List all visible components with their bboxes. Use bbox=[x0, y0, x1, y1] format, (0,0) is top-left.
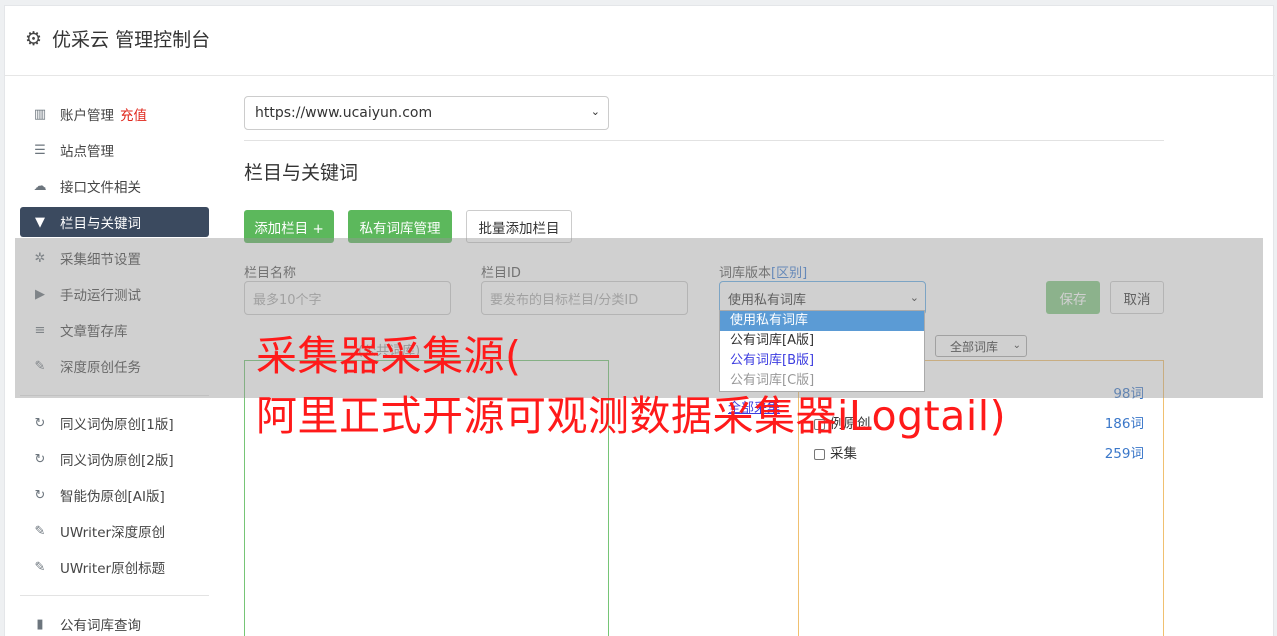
sidebar-item-uwriter-deep[interactable]: ✎ UWriter深度原创 bbox=[20, 516, 209, 546]
sidebar-divider bbox=[20, 595, 209, 596]
refresh-icon: ↻ bbox=[34, 487, 46, 503]
checkbox[interactable] bbox=[814, 448, 825, 460]
sidebar-item-account[interactable]: ▥ 账户管理 充值 bbox=[20, 99, 209, 129]
gear-icon: ⚙ bbox=[25, 27, 43, 50]
chevron-down-icon: ⌄ bbox=[590, 105, 600, 118]
overlay-caption-line2: 阿里正式开源可观测数据采集器iLogtail) bbox=[256, 392, 1007, 440]
site-select[interactable]: https://www.ucaiyun.com ⌄ bbox=[244, 96, 609, 130]
section-title: 栏目与关键词 bbox=[244, 162, 359, 184]
edit-icon: ✎ bbox=[34, 523, 46, 539]
brand-title: 优采云 管理控制台 bbox=[52, 29, 211, 51]
sidebar-item-interface[interactable]: ☁ 接口文件相关 bbox=[20, 171, 209, 201]
cloud-upload-icon: ☁ bbox=[33, 178, 47, 194]
sidebar-item-public-lib[interactable]: ▮ 公有词库查询 bbox=[20, 609, 209, 636]
sidebar-item-ai-rewrite[interactable]: ↻ 智能伪原创[AI版] bbox=[20, 480, 209, 510]
recharge-link[interactable]: 充值 bbox=[120, 104, 147, 124]
refresh-icon: ↻ bbox=[34, 451, 46, 467]
refresh-icon: ↻ bbox=[34, 415, 46, 431]
library-item[interactable]: 采集 259词 bbox=[814, 442, 1144, 462]
dropdown-option[interactable]: 公有词库[B版] bbox=[720, 351, 924, 371]
overlay-band bbox=[15, 238, 1263, 398]
sidebar-item-sites[interactable]: ☰ 站点管理 bbox=[20, 135, 209, 165]
dropdown-option[interactable]: 使用私有词库 bbox=[720, 311, 924, 331]
sidebar-item-uwriter-title[interactable]: ✎ UWriter原创标题 bbox=[20, 552, 209, 582]
book-icon: ▮ bbox=[36, 616, 44, 632]
sidebar-item-synonym-v2[interactable]: ↻ 同义词伪原创[2版] bbox=[20, 444, 209, 474]
brand: ⚙ 优采云 管理控制台 bbox=[25, 25, 210, 52]
dropdown-option[interactable]: 公有词库[A版] bbox=[720, 331, 924, 351]
top-bar: ⚙ 优采云 管理控制台 bbox=[5, 6, 1275, 76]
edit-icon: ✎ bbox=[34, 559, 46, 575]
overlay-caption-line1: 采集器采集源( bbox=[256, 332, 522, 380]
library-version-dropdown[interactable]: 使用私有词库 公有词库[A版] 公有词库[B版] 公有词库[C版] bbox=[719, 310, 925, 392]
sidebar-item-columns[interactable]: ▼ 栏目与关键词 bbox=[20, 207, 209, 237]
bar-chart-icon: ▥ bbox=[33, 106, 47, 122]
divider bbox=[244, 140, 1164, 141]
server-icon: ☰ bbox=[34, 142, 46, 158]
filter-icon: ▼ bbox=[35, 214, 45, 230]
sidebar-item-synonym-v1[interactable]: ↻ 同义词伪原创[1版] bbox=[20, 408, 209, 438]
